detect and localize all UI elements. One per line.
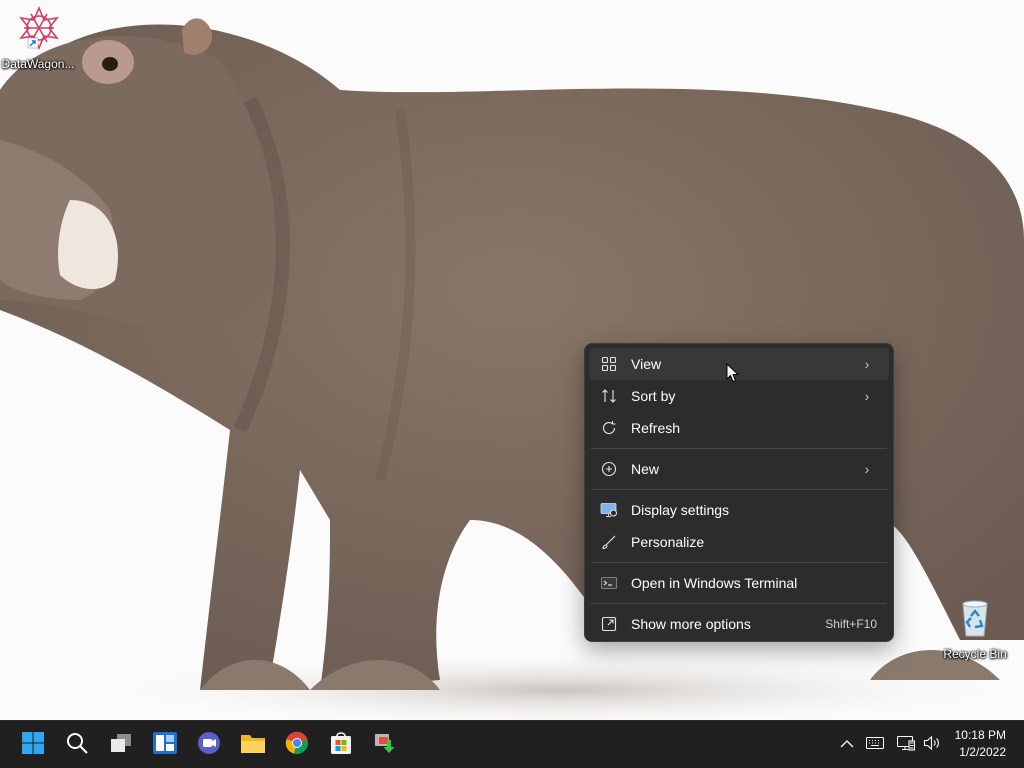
expand-icon	[599, 614, 619, 634]
keyboard-icon	[866, 736, 884, 754]
file-explorer-icon	[240, 732, 266, 759]
desktop-icon-label: DataWagon...	[1, 57, 75, 71]
taskbar-clock[interactable]: 10:18 PM 1/2/2022	[955, 727, 1006, 761]
taskbar: 10:18 PM 1/2/2022	[0, 720, 1024, 768]
widgets-icon	[152, 731, 178, 760]
desktop-icon-label: Recycle Bin	[943, 647, 1007, 661]
display-icon	[599, 500, 619, 520]
speaker-icon	[923, 735, 941, 756]
menu-item-label: Open in Windows Terminal	[631, 575, 798, 591]
network-button[interactable]	[895, 733, 917, 757]
store-icon	[329, 731, 353, 760]
menu-separator	[591, 489, 887, 490]
menu-item-display-settings[interactable]: Display settings	[589, 494, 889, 526]
network-icon	[896, 735, 916, 756]
menu-item-label: Display settings	[631, 502, 730, 518]
menu-item-label: View	[631, 356, 662, 372]
task-view-icon	[109, 731, 133, 760]
menu-item-label: Show more options	[631, 616, 751, 632]
app-installer-button[interactable]	[369, 729, 401, 761]
menu-item-label: New	[631, 461, 660, 477]
menu-item-refresh[interactable]: Refresh	[589, 412, 889, 444]
menu-item-personalize[interactable]: Personalize	[589, 526, 889, 558]
menu-item-label: Personalize	[631, 534, 705, 550]
search-icon	[65, 731, 89, 760]
show-hidden-icons-button[interactable]	[838, 733, 856, 757]
menu-separator	[591, 562, 887, 563]
menu-separator	[591, 448, 887, 449]
menu-item-label: Refresh	[631, 420, 681, 436]
desktop-icon-datawagon[interactable]: DataWagon...	[0, 5, 78, 71]
volume-button[interactable]	[921, 733, 943, 757]
widgets-button[interactable]	[149, 729, 181, 761]
shortcut-label: Shift+F10	[825, 617, 877, 631]
sort-icon	[599, 386, 619, 406]
chevron-right-icon: ›	[864, 356, 870, 372]
chat-button[interactable]	[193, 729, 225, 761]
terminal-icon	[599, 573, 619, 593]
grid-icon	[599, 354, 619, 374]
menu-separator	[591, 603, 887, 604]
file-explorer-button[interactable]	[237, 729, 269, 761]
store-button[interactable]	[325, 729, 357, 761]
menu-item-show-more-options[interactable]: Show more options Shift+F10	[589, 608, 889, 640]
clock-date: 1/2/2022	[959, 745, 1006, 759]
refresh-icon	[599, 418, 619, 438]
chevron-right-icon: ›	[864, 388, 870, 404]
search-button[interactable]	[61, 729, 93, 761]
chrome-icon	[285, 731, 309, 760]
clock-time: 10:18 PM	[954, 728, 1006, 742]
mouse-cursor-icon	[726, 362, 740, 388]
start-icon	[21, 731, 45, 760]
desktop-icon-recycle-bin[interactable]: Recycle Bin	[935, 596, 1015, 661]
plus-circle-icon	[599, 459, 619, 479]
datawagon-icon	[19, 5, 59, 51]
chrome-button[interactable]	[281, 729, 313, 761]
menu-item-label: Sort by	[631, 388, 676, 404]
menu-item-open-terminal[interactable]: Open in Windows Terminal	[589, 567, 889, 599]
menu-item-new[interactable]: New ›	[589, 453, 889, 485]
chevron-right-icon: ›	[864, 461, 870, 477]
keyboard-button[interactable]	[864, 733, 886, 757]
chevron-up-icon	[840, 736, 854, 754]
task-view-button[interactable]	[105, 729, 137, 761]
recycle-bin-icon	[962, 600, 988, 637]
chat-icon	[197, 731, 221, 760]
app-installer-icon	[373, 731, 397, 760]
brush-icon	[599, 532, 619, 552]
start-button[interactable]	[17, 729, 49, 761]
